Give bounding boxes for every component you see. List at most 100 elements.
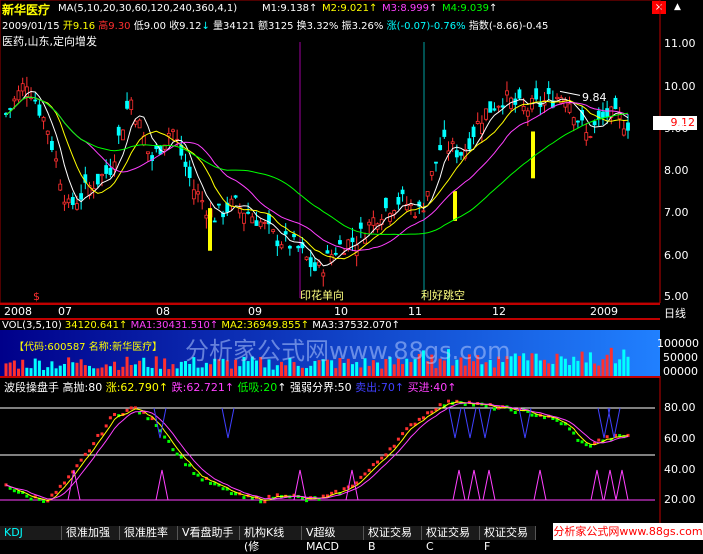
candle-body: [342, 253, 347, 255]
volume-bar: [25, 367, 29, 376]
tab-hzjq[interactable]: 很准加强: [62, 526, 120, 540]
indicator-bar: [568, 427, 572, 431]
volume-bar: [559, 356, 563, 376]
indicator-bar: [62, 481, 66, 485]
indicator-bar: [92, 442, 96, 446]
indicator-bar: [359, 475, 363, 479]
candle-body: [45, 130, 50, 135]
low-marker: $: [33, 290, 40, 303]
price-axis-5: 5.00: [664, 290, 689, 303]
candle-body: [388, 213, 392, 222]
volume-bar: [551, 363, 555, 376]
candle-body: [588, 136, 593, 138]
volume-bar: [163, 358, 167, 376]
indicator-bar: [113, 412, 117, 416]
indicator-bar: [242, 496, 246, 500]
volume-bar: [138, 360, 142, 376]
volume-axis-50000: 50000: [663, 351, 698, 364]
volume-bar: [179, 361, 183, 376]
volume-bar: [588, 352, 592, 376]
candle-body: [191, 189, 196, 200]
indicator-bar: [438, 403, 442, 407]
volume-bar: [563, 358, 567, 376]
tab-qzjyf[interactable]: 权证交易F: [480, 526, 536, 553]
tab-qzjyb[interactable]: 权证交易B: [364, 526, 422, 553]
sell-signal: [607, 407, 621, 439]
price-axis-8: 8.00: [664, 164, 689, 177]
candle-body: [242, 212, 246, 224]
highlight-candle: [453, 191, 457, 221]
tab-qzjyc[interactable]: 权证交易C: [422, 526, 480, 553]
indicator-chart[interactable]: [0, 376, 703, 526]
indicator-bar: [572, 431, 576, 435]
candle-body: [467, 138, 472, 150]
tab-vmacd[interactable]: V超级MACD: [302, 526, 364, 553]
candle-body: [321, 272, 326, 277]
period-daily-button[interactable]: 日线: [664, 305, 686, 321]
volume-bar: [618, 359, 622, 376]
candle-body: [313, 262, 317, 271]
volume-bar: [171, 364, 175, 376]
volume-bar: [50, 361, 54, 376]
indicator-bar: [50, 493, 54, 497]
volume-bar: [154, 356, 158, 376]
indicator-bar: [597, 438, 601, 442]
high-annotation: 9.84: [582, 91, 607, 104]
time-label-07: 07: [58, 305, 72, 318]
indicator-bar: [87, 449, 91, 453]
candle-body: [450, 141, 455, 145]
indicator-bar: [184, 463, 188, 467]
indicator-bar: [25, 494, 29, 498]
volume-bar: [626, 356, 630, 376]
candle-body: [20, 83, 25, 92]
volume-bar: [37, 360, 41, 376]
indicator-bar: [104, 424, 108, 428]
volume-bar: [434, 368, 438, 376]
indicator-bar: [196, 473, 200, 477]
volume-bar: [150, 367, 154, 376]
candle-body: [196, 191, 200, 195]
candle-body: [254, 220, 259, 226]
indicator-bar: [200, 478, 204, 482]
volume-bar: [334, 368, 338, 376]
candle-body: [262, 222, 267, 224]
indicator-bar: [12, 489, 16, 493]
volume-bar: [605, 354, 609, 376]
volume-bar: [613, 363, 617, 376]
volume-bar: [46, 367, 50, 376]
candle-body: [171, 129, 175, 132]
tab-jgkx[interactable]: 机构K线(修: [240, 526, 302, 553]
candle-body: [8, 108, 13, 110]
candle-body: [584, 132, 589, 141]
indicator-bar: [108, 416, 112, 420]
tab-kdj[interactable]: KDJ: [0, 526, 62, 540]
candle-body: [484, 108, 488, 120]
volume-bar: [92, 368, 96, 376]
buy-signal: [67, 469, 81, 501]
candle-body: [471, 126, 476, 138]
indicator-bar: [229, 492, 233, 496]
volume-bar: [580, 351, 584, 376]
candle-body: [204, 214, 209, 219]
footer-watermark: 分析家公式网www.88gs.com: [553, 523, 703, 540]
indicator-bar: [209, 481, 213, 485]
candle-body: [383, 197, 388, 209]
tab-vkpzs[interactable]: V看盘助手: [178, 526, 240, 540]
volume-bar: [513, 353, 517, 376]
volume-bar: [572, 356, 576, 376]
volume-bar: [480, 364, 484, 376]
time-label-2009: 2009: [590, 305, 618, 318]
tab-hzsl[interactable]: 很准胜率: [120, 526, 178, 540]
volume-bar: [593, 363, 597, 376]
indicator-bar: [380, 456, 384, 460]
price-chart[interactable]: [0, 0, 703, 303]
buy-signal: [293, 469, 307, 501]
indicator-bar: [96, 433, 100, 437]
candle-body: [626, 122, 630, 131]
volume-bar: [58, 365, 62, 376]
indicator-bar: [580, 440, 584, 444]
candle-body: [79, 193, 84, 200]
candle-body: [75, 203, 79, 210]
highlight-candle: [208, 208, 212, 251]
volume-bar: [526, 360, 530, 376]
